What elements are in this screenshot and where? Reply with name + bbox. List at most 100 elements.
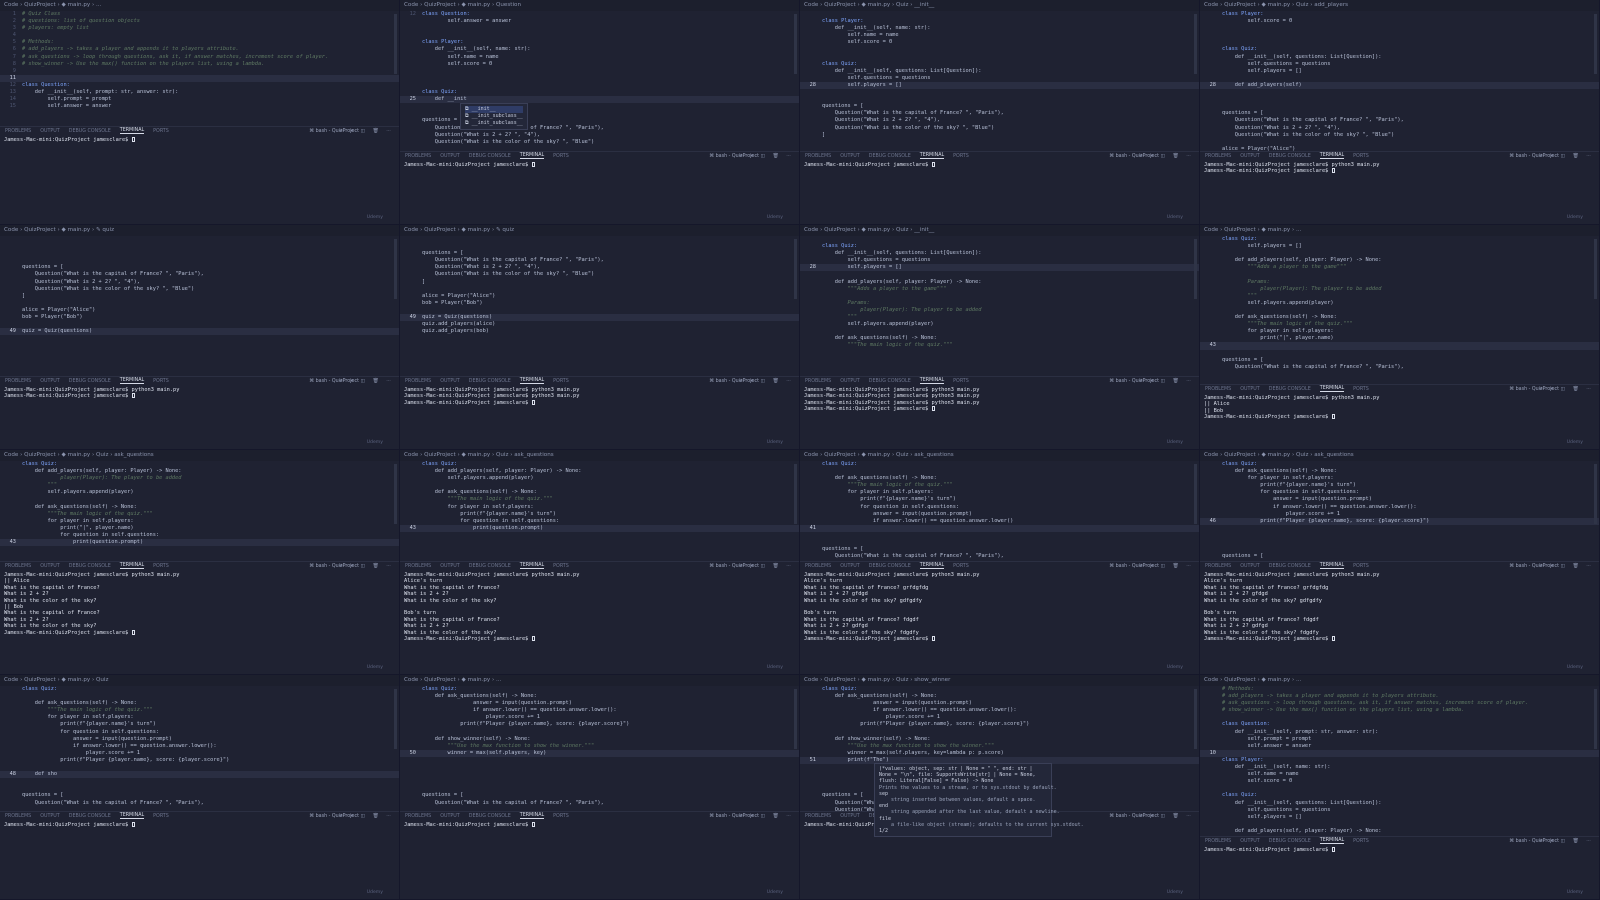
scrollbar[interactable] (794, 239, 797, 299)
tab-output[interactable]: OUTPUT (840, 564, 860, 569)
tab-debug-console[interactable]: DEBUG CONSOLE (1269, 154, 1311, 159)
tab-debug-console[interactable]: DEBUG CONSOLE (469, 814, 511, 819)
tab-ports[interactable]: PORTS (953, 154, 969, 159)
tab-debug-console[interactable]: DEBUG CONSOLE (469, 379, 511, 384)
terminal[interactable]: Jamess-Mac-mini:QuizProject jamesclare$ (400, 822, 799, 899)
code-editor[interactable]: class Quiz: def ask_questions(self) -> N… (400, 686, 799, 811)
suggestion-item[interactable]: ⧉ __init_subclass__ (465, 113, 523, 120)
breadcrumb[interactable]: Code › QuizProject › ◆ main.py › Questio… (400, 0, 799, 11)
tab-output[interactable]: OUTPUT (840, 154, 860, 159)
tab-terminal[interactable]: TERMINAL (119, 563, 145, 569)
tab-ports[interactable]: PORTS (1353, 387, 1369, 392)
terminal[interactable]: Jamess-Mac-mini:QuizProject jamesclare$ … (1200, 162, 1599, 224)
terminal[interactable]: Jamess-Mac-mini:QuizProject jamesclare$ … (800, 387, 1199, 449)
terminal-toolbar[interactable]: + ▾ ◫ 🗑 ⋯ (339, 564, 394, 569)
scrollbar[interactable] (1594, 464, 1597, 524)
tab-ports[interactable]: PORTS (153, 814, 169, 819)
tab-debug-console[interactable]: DEBUG CONSOLE (869, 564, 911, 569)
tab-problems[interactable]: PROBLEMS (405, 154, 431, 159)
tab-terminal[interactable]: TERMINAL (519, 563, 545, 569)
scrollbar[interactable] (394, 689, 397, 749)
tab-ports[interactable]: PORTS (1353, 154, 1369, 159)
terminal[interactable]: Jamess-Mac-mini:QuizProject jamesclare$ (0, 137, 399, 224)
code-editor[interactable]: # Methods: # add_players -> takes a playe… (1200, 686, 1599, 836)
tab-output[interactable]: OUTPUT (40, 129, 60, 134)
scrollbar[interactable] (394, 14, 397, 74)
terminal-toolbar[interactable]: + ▾ ◫ 🗑 ⋯ (1539, 387, 1594, 392)
tab-terminal[interactable]: TERMINAL (119, 128, 145, 134)
code-editor[interactable]: class Quiz: def ask_questions(self) -> N… (0, 686, 399, 811)
terminal[interactable]: Jamess-Mac-mini:QuizProject jamesclare$ (400, 162, 799, 224)
breadcrumb[interactable]: Code › QuizProject › ◆ main.py › ... (400, 675, 799, 686)
scrollbar[interactable] (794, 689, 797, 749)
tab-terminal[interactable]: TERMINAL (1319, 153, 1345, 159)
tab-ports[interactable]: PORTS (553, 814, 569, 819)
terminal[interactable]: Jamess-Mac-mini:QuizProject jamesclare$ (1200, 847, 1599, 899)
tab-terminal[interactable]: TERMINAL (119, 813, 145, 819)
tab-debug-console[interactable]: DEBUG CONSOLE (1269, 839, 1311, 844)
scrollbar[interactable] (1594, 239, 1597, 299)
tab-ports[interactable]: PORTS (1353, 839, 1369, 844)
tab-ports[interactable]: PORTS (153, 379, 169, 384)
breadcrumb[interactable]: Code › QuizProject › ◆ main.py › Quiz (0, 675, 399, 686)
tab-terminal[interactable]: TERMINAL (519, 153, 545, 159)
tab-terminal[interactable]: TERMINAL (1319, 838, 1345, 844)
tab-ports[interactable]: PORTS (553, 154, 569, 159)
tab-problems[interactable]: PROBLEMS (1205, 564, 1231, 569)
scrollbar[interactable] (1194, 689, 1197, 749)
tab-debug-console[interactable]: DEBUG CONSOLE (469, 154, 511, 159)
scrollbar[interactable] (394, 239, 397, 299)
tab-ports[interactable]: PORTS (953, 379, 969, 384)
tab-ports[interactable]: PORTS (1353, 564, 1369, 569)
breadcrumb[interactable]: Code › QuizProject › ◆ main.py › ... (1200, 225, 1599, 236)
tab-debug-console[interactable]: DEBUG CONSOLE (869, 379, 911, 384)
terminal-toolbar[interactable]: + ▾ ◫ 🗑 ⋯ (339, 814, 394, 819)
tab-problems[interactable]: PROBLEMS (405, 814, 431, 819)
tab-output[interactable]: OUTPUT (1240, 387, 1260, 392)
tab-output[interactable]: OUTPUT (440, 564, 460, 569)
breadcrumb[interactable]: Code › QuizProject › ◆ main.py › ... (1200, 675, 1599, 686)
tab-problems[interactable]: PROBLEMS (1205, 387, 1231, 392)
breadcrumb[interactable]: Code › QuizProject › ◆ main.py › Quiz › … (1200, 450, 1599, 461)
terminal-toolbar[interactable]: + ▾ ◫ 🗑 ⋯ (739, 814, 794, 819)
tab-debug-console[interactable]: DEBUG CONSOLE (69, 379, 111, 384)
terminal-toolbar[interactable]: + ▾ ◫ 🗑 ⋯ (1539, 154, 1594, 159)
tab-problems[interactable]: PROBLEMS (805, 814, 831, 819)
tab-problems[interactable]: PROBLEMS (5, 379, 31, 384)
breadcrumb[interactable]: Code › QuizProject › ◆ main.py › Quiz › … (800, 675, 1199, 686)
code-editor[interactable]: class Quiz: self.players = [] def add_pl… (1200, 236, 1599, 384)
code-editor[interactable]: class Player: def __init__(self, name: s… (800, 11, 1199, 151)
tab-problems[interactable]: PROBLEMS (1205, 154, 1231, 159)
code-editor[interactable]: class Quiz: def add_players(self, player… (0, 461, 399, 561)
tab-output[interactable]: OUTPUT (1240, 154, 1260, 159)
terminal-toolbar[interactable]: + ▾ ◫ 🗑 ⋯ (1139, 379, 1194, 384)
terminal-toolbar[interactable]: + ▾ ◫ 🗑 ⋯ (739, 379, 794, 384)
tab-debug-console[interactable]: DEBUG CONSOLE (1269, 564, 1311, 569)
tab-debug-console[interactable]: DEBUG CONSOLE (869, 154, 911, 159)
tab-problems[interactable]: PROBLEMS (405, 564, 431, 569)
scrollbar[interactable] (794, 14, 797, 74)
code-editor[interactable]: class Quiz: def add_players(self, player… (400, 461, 799, 561)
breadcrumb[interactable]: Code › QuizProject › ◆ main.py › Quiz › … (1200, 0, 1599, 11)
terminal-toolbar[interactable]: + ▾ ◫ 🗑 ⋯ (339, 129, 394, 134)
tab-output[interactable]: OUTPUT (440, 154, 460, 159)
terminal-toolbar[interactable]: + ▾ ◫ 🗑 ⋯ (739, 564, 794, 569)
tab-output[interactable]: OUTPUT (840, 814, 860, 819)
tab-ports[interactable]: PORTS (153, 564, 169, 569)
tab-debug-console[interactable]: DEBUG CONSOLE (469, 564, 511, 569)
tab-output[interactable]: OUTPUT (40, 564, 60, 569)
scrollbar[interactable] (394, 464, 397, 524)
tab-ports[interactable]: PORTS (953, 564, 969, 569)
breadcrumb[interactable]: Code › QuizProject › ◆ main.py › Quiz › … (400, 450, 799, 461)
tab-terminal[interactable]: TERMINAL (919, 378, 945, 384)
scrollbar[interactable] (1194, 14, 1197, 74)
code-editor[interactable]: class Quiz: def __init__(self, questions… (800, 236, 1199, 376)
tab-terminal[interactable]: TERMINAL (519, 378, 545, 384)
terminal[interactable]: Jamess-Mac-mini:QuizProject jamesclare$ … (0, 572, 399, 674)
code-editor[interactable]: class Quiz: def ask_questions(self) -> N… (1200, 461, 1599, 561)
tab-terminal[interactable]: TERMINAL (119, 378, 145, 384)
tab-problems[interactable]: PROBLEMS (805, 154, 831, 159)
breadcrumb[interactable]: Code › QuizProject › ◆ main.py › ✎ quiz (400, 225, 799, 236)
code-editor[interactable]: class Quiz: def ask_questions(self) -> N… (800, 461, 1199, 561)
scrollbar[interactable] (1594, 689, 1597, 749)
